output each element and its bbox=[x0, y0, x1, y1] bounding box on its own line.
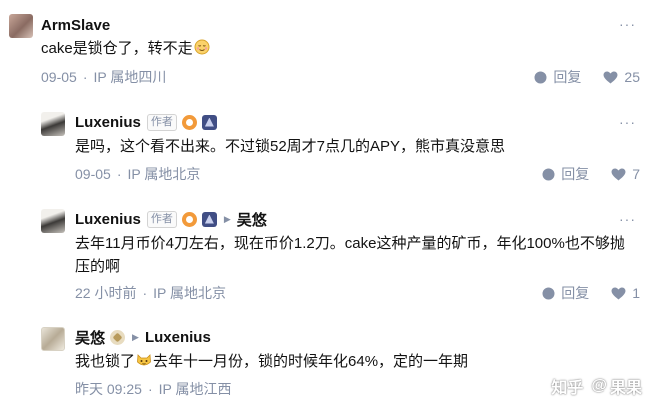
like-heart-icon bbox=[603, 70, 618, 84]
level-badge-icon[interactable] bbox=[201, 114, 217, 130]
author-tag: 作者 bbox=[146, 113, 177, 131]
comment-location: IP 属地江西 bbox=[158, 381, 232, 397]
comment-text: 去年11月币价4刀左右，现在币价1.2刀。cake这种产量的矿币，年化100%也… bbox=[75, 235, 625, 275]
author-tag: 作者 bbox=[146, 210, 177, 228]
avatar[interactable] bbox=[41, 209, 65, 233]
author-name[interactable]: ArmSlave bbox=[41, 17, 110, 34]
comment-date: 昨天 09:25 bbox=[75, 381, 142, 397]
level-badge-icon[interactable] bbox=[201, 211, 217, 227]
watermark-user: 果果 bbox=[609, 380, 642, 397]
comment-text: 是吗，这个看不出来。不过锁52周才7点几的APY，熊市真没意思 bbox=[75, 138, 506, 155]
reply-arrow-icon: ▶ bbox=[132, 331, 139, 342]
like-heart-icon bbox=[611, 167, 626, 181]
comment-3: Luxenius 作者 ▶ 吴悠 ··· 去年11月币价4刀左右，现在币价1.2… bbox=[0, 197, 658, 317]
comment-text: cake是锁仓了，转不走 bbox=[41, 37, 211, 60]
author-name[interactable]: Luxenius bbox=[75, 114, 141, 131]
avatar[interactable] bbox=[9, 14, 33, 38]
watermark: 知乎 @ 果果 bbox=[551, 374, 642, 398]
relieved-face-icon bbox=[194, 39, 210, 55]
comment-location: IP 属地北京 bbox=[127, 166, 201, 182]
watermark-site: 知乎 bbox=[551, 380, 584, 397]
avatar[interactable] bbox=[41, 112, 65, 136]
reply-target-name[interactable]: Luxenius bbox=[145, 329, 211, 346]
reply-bubble-icon bbox=[542, 168, 555, 180]
like-button[interactable]: 25 bbox=[603, 69, 640, 85]
comment-date: 22 小时前 bbox=[75, 285, 137, 301]
comment-1: ArmSlave ··· cake是锁仓了，转不走 09-05 · IP 属地四川 … bbox=[0, 0, 658, 100]
reply-button[interactable]: 回复 bbox=[542, 164, 589, 184]
at-icon: @ bbox=[591, 377, 607, 394]
comment-date: 09-05 bbox=[41, 69, 77, 85]
creator-badge-icon[interactable] bbox=[181, 211, 197, 227]
level-badge-icon[interactable] bbox=[110, 329, 126, 345]
more-icon[interactable]: ··· bbox=[619, 114, 636, 130]
comment-meta: 22 小时前 · IP 属地北京 bbox=[75, 285, 227, 301]
more-icon[interactable]: ··· bbox=[619, 211, 636, 227]
comment-location: IP 属地北京 bbox=[153, 285, 227, 301]
like-count: 7 bbox=[632, 166, 640, 182]
reply-bubble-icon bbox=[542, 287, 555, 299]
reply-target-name[interactable]: 吴悠 bbox=[237, 209, 267, 230]
cat-face-icon bbox=[137, 354, 151, 366]
author-name[interactable]: 吴悠 bbox=[75, 327, 105, 348]
comment-4: 吴悠 ▶ Luxenius 我也锁了 去年十一月份，锁的时候年化64%，定的一年期… bbox=[0, 315, 658, 415]
like-button[interactable]: 7 bbox=[611, 166, 640, 182]
comment-date: 09-05 bbox=[75, 166, 111, 182]
like-count: 25 bbox=[624, 69, 640, 85]
reply-button[interactable]: 回复 bbox=[534, 67, 581, 87]
comment-text: 我也锁了 去年十一月份，锁的时候年化64%，定的一年期 bbox=[75, 353, 469, 370]
avatar[interactable] bbox=[41, 327, 65, 351]
comment-meta: 09-05 · IP 属地四川 bbox=[41, 69, 167, 85]
comment-2: Luxenius 作者 ··· 是吗，这个看不出来。不过锁52周才7点几的APY… bbox=[0, 100, 658, 200]
creator-badge-icon[interactable] bbox=[181, 114, 197, 130]
like-count: 1 bbox=[632, 285, 640, 301]
comment-meta: 昨天 09:25 · IP 属地江西 bbox=[75, 381, 232, 397]
author-name[interactable]: Luxenius bbox=[75, 211, 141, 228]
reply-arrow-icon: ▶ bbox=[223, 213, 231, 224]
comment-location: IP 属地四川 bbox=[93, 69, 167, 85]
like-heart-icon bbox=[611, 286, 626, 300]
like-button[interactable]: 1 bbox=[611, 285, 640, 301]
reply-button[interactable]: 回复 bbox=[542, 283, 589, 303]
comment-meta: 09-05 · IP 属地北京 bbox=[75, 166, 201, 182]
more-icon[interactable]: ··· bbox=[619, 16, 636, 32]
reply-bubble-icon bbox=[534, 71, 547, 83]
